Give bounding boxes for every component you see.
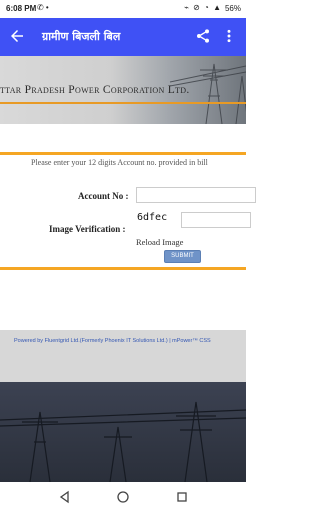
- recents-square-icon[interactable]: [175, 490, 189, 504]
- notification-icons: ✆ •: [37, 3, 49, 12]
- battery-level: 56%: [224, 4, 241, 13]
- account-form: Please enter your 12 digits Account no. …: [0, 155, 256, 267]
- form-bottom-border: [0, 267, 246, 270]
- captcha-image: 6dfec: [134, 210, 178, 230]
- back-triangle-icon[interactable]: [58, 490, 72, 504]
- corporation-banner: ttar Pradesh Power Corporation Ltd.: [0, 56, 246, 124]
- footer: Powered by Fluentgrid Ltd.(Formerly Phoe…: [0, 330, 246, 382]
- banner-title: ttar Pradesh Power Corporation Ltd.: [0, 84, 190, 96]
- system-icons: ⌁ ⊘ ◔ ▲: [184, 3, 222, 12]
- form-instruction: Please enter your 12 digits Account no. …: [31, 158, 208, 167]
- share-icon[interactable]: [195, 28, 211, 44]
- page-title: ग्रामीण बिजली बिल: [42, 30, 121, 43]
- image-verification-label: Image Verification :: [49, 224, 126, 234]
- status-bar: 6:08 PM ✆ • ⌁ ⊘ ◔ ▲ 56%: [0, 0, 246, 18]
- account-number-input[interactable]: [136, 187, 256, 203]
- more-vertical-icon[interactable]: [224, 28, 234, 44]
- banner-underline: [0, 102, 246, 104]
- account-number-label: Account No :: [78, 191, 129, 201]
- submit-button[interactable]: SUBMIT: [164, 250, 201, 263]
- footer-background-image: [0, 382, 246, 482]
- transmission-towers-graphic: [0, 401, 246, 482]
- powered-by-link[interactable]: Powered by Fluentgrid Ltd.(Formerly Phoe…: [14, 338, 211, 344]
- back-arrow-icon[interactable]: [8, 27, 26, 45]
- system-navigation-bar: [0, 482, 246, 512]
- captcha-input[interactable]: [181, 212, 251, 228]
- status-time: 6:08 PM: [6, 4, 37, 13]
- reload-image-link[interactable]: Reload Image: [136, 237, 183, 247]
- app-bar: ग्रामीण बिजली बिल: [0, 18, 246, 56]
- home-circle-icon[interactable]: [116, 490, 130, 504]
